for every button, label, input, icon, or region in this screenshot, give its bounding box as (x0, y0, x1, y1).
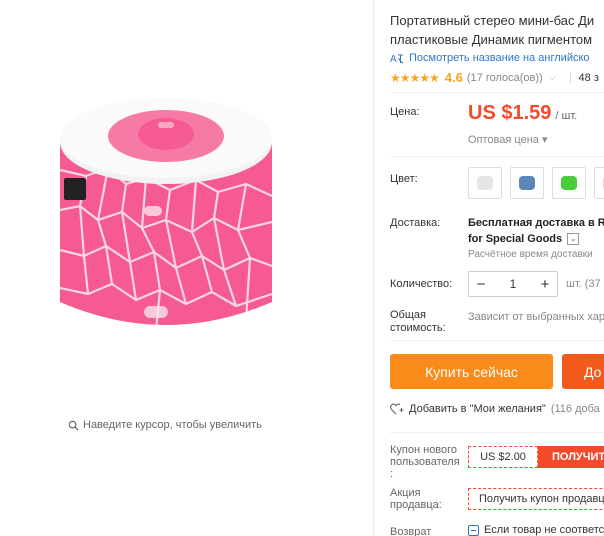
total-label: Общая стоимость: (390, 309, 446, 335)
chevron-down-icon[interactable]: ⌵ (549, 72, 556, 83)
product-title: Портативный стерео мини-бас Ди пластиков… (390, 11, 604, 49)
color-swatch-white[interactable] (468, 167, 502, 199)
get-coupon-button[interactable]: ПОЛУЧИТЬ (538, 446, 604, 468)
svg-text:A: A (390, 54, 397, 64)
new-user-coupon: US $2.00 ПОЛУЧИТЬ (468, 446, 604, 468)
rating-stars: ★★★★★ (390, 70, 440, 85)
zoom-hint-text: Наведите курсор, чтобы увеличить (83, 419, 262, 431)
color-swatches (468, 167, 604, 199)
return-policy: Если товар не соответс (468, 524, 604, 536)
chevron-down-icon[interactable]: ⌄ (567, 233, 580, 246)
rating-value: 4.6 (444, 70, 463, 85)
seller-promo-label: Акция продавца: (390, 487, 442, 511)
wishlist-text: Добавить в "Мои желания" (409, 403, 546, 415)
total-label-line-2: стоимость: (390, 322, 446, 334)
return-policy-text: Если товар не соответс (484, 524, 604, 536)
translate-link-text: Посмотреть название на английско (409, 52, 590, 64)
divider (390, 92, 604, 93)
translate-icon: A (390, 54, 404, 64)
shipping-estimate: Расчётное время доставки (468, 249, 593, 260)
new-user-coupon-label: Купон нового пользователя : (390, 444, 460, 480)
return-icon (468, 524, 479, 536)
product-title-line-2: пластиковые Динамик пигментом (390, 32, 593, 47)
divider (390, 432, 604, 433)
shipping-method-line-2: for Special Goods (468, 233, 563, 245)
color-swatch-green[interactable] (552, 167, 586, 199)
color-label: Цвет: (390, 173, 418, 185)
add-to-wishlist-link[interactable]: Добавить в "Мои желания" (116 доба (390, 403, 600, 415)
translate-link[interactable]: A Посмотреть название на английско (390, 52, 590, 64)
wishlist-count: (116 доба (550, 403, 600, 415)
heart-plus-icon (390, 403, 404, 415)
seller-promo-label-line-2: продавца: (390, 499, 442, 511)
product-image[interactable] (46, 80, 286, 340)
total-note: Зависит от выбранных хар (468, 311, 604, 323)
image-panel: Наведите курсор, чтобы увеличить (0, 0, 374, 536)
divider (569, 71, 571, 84)
new-user-coupon-label-line-1: Купон нового (390, 444, 458, 456)
quantity-label: Количество: (390, 278, 453, 290)
wholesale-price-toggle[interactable]: Оптовая цена ▾ (468, 133, 547, 146)
new-user-coupon-label-line-2: пользователя (390, 456, 460, 468)
total-label-line-1: Общая (390, 309, 426, 321)
quantity-stepper: − 1 + (468, 271, 558, 297)
product-info-panel: Портативный стерео мини-бас Ди пластиков… (374, 0, 604, 536)
seller-promo-label-line-1: Акция (390, 487, 421, 499)
price-label: Цена: (390, 106, 420, 118)
quantity-increase-button[interactable]: + (533, 276, 557, 293)
quantity-decrease-button[interactable]: − (469, 276, 493, 293)
divider (390, 156, 604, 157)
rating-votes[interactable]: (17 голоса(ов)) (467, 72, 543, 84)
shipping-method: Бесплатная доставка в R (468, 217, 604, 229)
shipping-label: Доставка: (390, 217, 441, 229)
price-value: US $1.59 (468, 102, 552, 124)
price-unit: / шт. (555, 110, 578, 122)
get-seller-coupon-button[interactable]: Получить купон продавц (468, 488, 604, 510)
orders-count: 48 з (578, 71, 599, 84)
add-to-cart-button[interactable]: До (562, 354, 604, 389)
coupon-amount: US $2.00 (468, 446, 538, 468)
rating-row: ★★★★★ 4.6 (17 голоса(ов)) ⌵ 48 з (390, 70, 599, 85)
color-swatch-blue[interactable] (510, 167, 544, 199)
new-user-coupon-label-line-3: : (390, 468, 394, 480)
magnifier-icon (68, 420, 79, 431)
shipping-info: Бесплатная доставка в R for Special Good… (468, 215, 604, 247)
divider (390, 340, 604, 341)
quantity-input[interactable]: 1 (493, 277, 533, 291)
color-swatch-pink[interactable] (594, 167, 604, 199)
buy-now-button[interactable]: Купить сейчас (390, 354, 553, 389)
quantity-available: шт. (37 (566, 278, 601, 290)
return-label: Возврат (390, 526, 432, 536)
product-title-line-1: Портативный стерео мини-бас Ди (390, 13, 595, 28)
price: US $1.59 / шт. (468, 102, 577, 125)
zoom-hint: Наведите курсор, чтобы увеличить (68, 419, 262, 431)
